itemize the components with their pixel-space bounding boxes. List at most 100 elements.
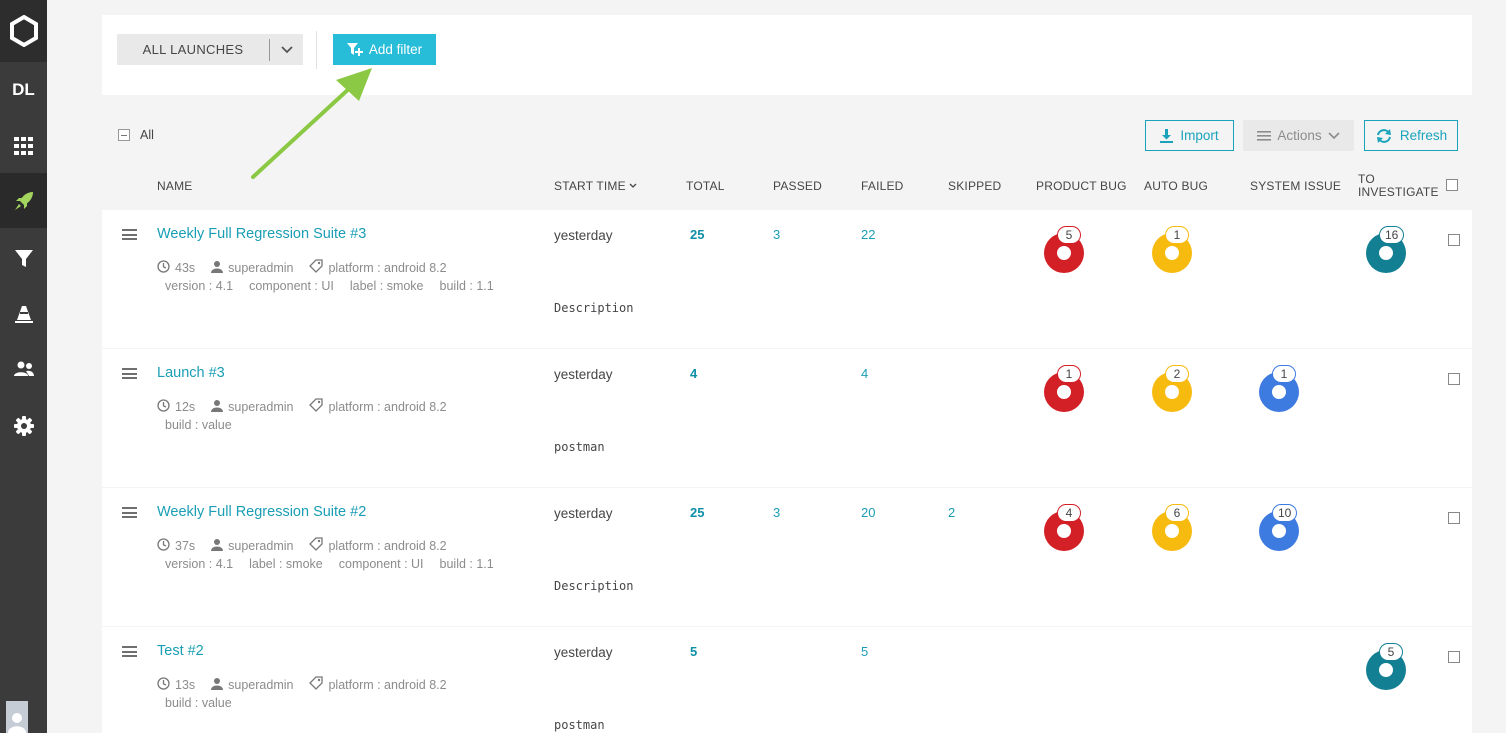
launch-attribute[interactable]: build : value <box>165 696 232 710</box>
launch-name-link[interactable]: Test #2 <box>157 643 204 659</box>
launch-row-checkbox[interactable] <box>1448 234 1460 246</box>
column-header-to-investigate[interactable]: TO INVESTIGATE <box>1358 173 1439 199</box>
launch-menu-icon[interactable] <box>122 646 137 657</box>
launch-attribute[interactable]: label : smoke <box>350 279 424 293</box>
sidebar-item-settings[interactable] <box>0 398 47 453</box>
launch-owner[interactable]: superadmin <box>228 261 293 275</box>
launch-row[interactable]: Weekly Full Regression Suite #2 37s supera… <box>102 488 1472 626</box>
column-header-failed[interactable]: FAILED <box>861 179 904 193</box>
launch-total-count[interactable]: 4 <box>690 366 697 381</box>
launch-row-checkbox[interactable] <box>1448 651 1460 663</box>
column-header-start-time[interactable]: START TIME <box>554 179 637 193</box>
user-icon <box>211 399 224 415</box>
refresh-icon <box>1376 128 1391 143</box>
launch-owner[interactable]: superadmin <box>228 678 293 692</box>
column-header-system-issue[interactable]: SYSTEM ISSUE <box>1250 179 1341 193</box>
launch-failed-count[interactable]: 20 <box>861 505 875 520</box>
launch-attribute-platform[interactable]: platform : android 8.2 <box>328 400 446 414</box>
column-header-skipped[interactable]: SKIPPED <box>948 179 1001 193</box>
launch-passed-count[interactable]: 3 <box>773 505 780 520</box>
column-header-passed[interactable]: PASSED <box>773 179 822 193</box>
launch-attribute-platform[interactable]: platform : android 8.2 <box>328 539 446 553</box>
launch-start-time: yesterday <box>554 645 613 660</box>
launch-menu-icon[interactable] <box>122 507 137 518</box>
actions-dropdown[interactable]: Actions <box>1243 120 1354 151</box>
sidebar: DL <box>0 0 47 733</box>
auto-bug-badge[interactable]: 6 <box>1165 504 1189 522</box>
launch-attribute[interactable]: version : 4.1 <box>165 279 233 293</box>
launch-row-checkbox[interactable] <box>1448 373 1460 385</box>
launch-name-link[interactable]: Launch #3 <box>157 365 225 381</box>
chevron-down-icon <box>1328 131 1340 139</box>
launch-name-link[interactable]: Weekly Full Regression Suite #2 <box>157 504 366 520</box>
launch-start-time: yesterday <box>554 367 613 382</box>
auto-bug-badge[interactable]: 1 <box>1165 226 1189 244</box>
column-header-name[interactable]: NAME <box>157 179 192 193</box>
import-button[interactable]: Import <box>1145 120 1234 151</box>
launch-row-checkbox[interactable] <box>1448 512 1460 524</box>
launch-attribute[interactable]: component : UI <box>339 557 424 571</box>
system-issue-badge[interactable]: 1 <box>1272 365 1296 383</box>
launch-description: postman <box>554 718 605 732</box>
launch-attribute[interactable]: version : 4.1 <box>165 557 233 571</box>
tag-icon <box>309 537 324 554</box>
launch-meta: 12s superadmin platform : android 8.2 <box>157 398 463 415</box>
launch-passed-count[interactable]: 3 <box>773 227 780 242</box>
launch-total-count[interactable]: 25 <box>690 227 704 242</box>
launch-row[interactable]: Launch #3 12s superadmin platform : android… <box>102 349 1472 487</box>
launch-menu-icon[interactable] <box>122 229 137 240</box>
launches-type-select[interactable]: ALL LAUNCHES <box>117 34 303 65</box>
auto-bug-badge[interactable]: 2 <box>1165 365 1189 383</box>
column-header-auto-bug[interactable]: AUTO BUG <box>1144 179 1208 193</box>
launch-total-count[interactable]: 5 <box>690 644 697 659</box>
launch-attribute-platform[interactable]: platform : android 8.2 <box>328 678 446 692</box>
launch-attributes: version : 4.1 label : smoke component : UI… <box>165 557 510 571</box>
download-icon <box>1160 128 1174 143</box>
user-avatar-icon <box>8 713 26 733</box>
clock-icon <box>157 398 170 415</box>
project-selector[interactable]: DL <box>0 62 47 117</box>
sidebar-item-filters[interactable] <box>0 230 47 285</box>
launch-owner[interactable]: superadmin <box>228 400 293 414</box>
tag-icon <box>309 398 324 415</box>
system-issue-badge[interactable]: 10 <box>1272 504 1298 522</box>
launch-attributes: build : value <box>165 418 248 432</box>
launch-attribute[interactable]: build : 1.1 <box>440 557 494 571</box>
launch-failed-count[interactable]: 22 <box>861 227 875 242</box>
header-checkbox[interactable] <box>1446 179 1458 191</box>
launch-attribute[interactable]: component : UI <box>249 279 334 293</box>
add-filter-button[interactable]: Add filter <box>333 34 436 65</box>
launch-attribute[interactable]: label : smoke <box>249 557 323 571</box>
to-investigate-badge[interactable]: 16 <box>1379 226 1405 244</box>
user-avatar[interactable] <box>6 701 28 733</box>
launch-attribute[interactable]: build : 1.1 <box>440 279 494 293</box>
sidebar-item-members[interactable] <box>0 341 47 396</box>
launch-failed-count[interactable]: 4 <box>861 366 868 381</box>
sidebar-item-launches[interactable] <box>0 173 47 228</box>
launch-attribute-platform[interactable]: platform : android 8.2 <box>328 261 446 275</box>
column-header-total[interactable]: TOTAL <box>686 179 725 193</box>
launch-skipped-count[interactable]: 2 <box>948 505 955 520</box>
members-icon <box>13 361 34 376</box>
user-icon <box>211 260 224 276</box>
product-bug-badge[interactable]: 4 <box>1057 504 1081 522</box>
select-all-checkbox[interactable] <box>118 129 130 141</box>
launch-failed-count[interactable]: 5 <box>861 644 868 659</box>
to-investigate-badge[interactable]: 5 <box>1379 643 1403 661</box>
product-bug-badge[interactable]: 5 <box>1057 226 1081 244</box>
launch-total-count[interactable]: 25 <box>690 505 704 520</box>
launch-attribute[interactable]: build : value <box>165 418 232 432</box>
column-header-product-bug[interactable]: PRODUCT BUG <box>1036 179 1127 193</box>
debug-cone-icon <box>14 305 33 323</box>
launch-row[interactable]: Test #2 13s superadmin platform : android 8… <box>102 627 1472 733</box>
app-logo-icon[interactable] <box>0 0 47 62</box>
sidebar-item-dashboards[interactable] <box>0 118 47 173</box>
launch-owner[interactable]: superadmin <box>228 539 293 553</box>
chevron-down-icon[interactable] <box>270 45 303 54</box>
launch-row[interactable]: Weekly Full Regression Suite #3 43s supera… <box>102 210 1472 348</box>
sidebar-item-debug[interactable] <box>0 286 47 341</box>
launch-menu-icon[interactable] <box>122 368 137 379</box>
refresh-button[interactable]: Refresh <box>1364 120 1458 151</box>
product-bug-badge[interactable]: 1 <box>1057 365 1081 383</box>
launch-name-link[interactable]: Weekly Full Regression Suite #3 <box>157 226 366 242</box>
